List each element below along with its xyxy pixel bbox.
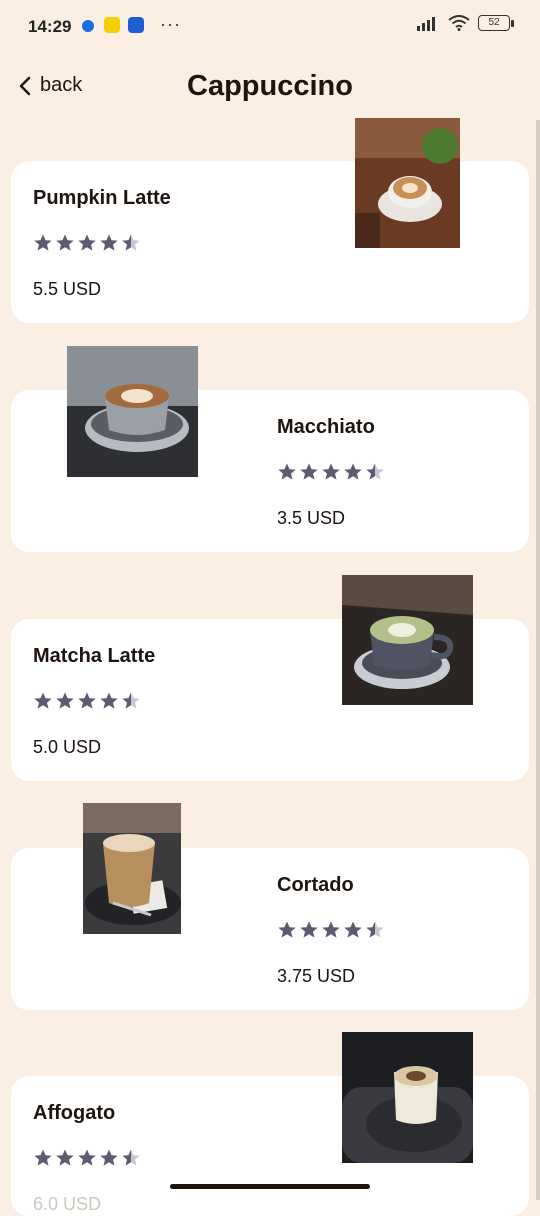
star-full-icon [300,921,318,938]
item-name: Pumpkin Latte [33,187,171,209]
battery-level: 52 [488,17,500,28]
home-indicator[interactable] [170,1184,370,1189]
app-header: back Cappuccino [0,60,540,120]
star-full-icon [322,463,340,480]
star-full-icon [322,921,340,938]
star-rating [277,462,385,482]
star-full-icon [100,692,118,709]
star-full-icon [278,921,296,938]
matcha-latte-photo [342,575,473,705]
star-full-icon [78,692,96,709]
star-rating [33,691,141,711]
item-price: 5.0 USD [33,737,102,757]
wifi-icon [448,15,470,31]
status-time: 14:29 [28,17,72,36]
star-full-icon [100,1149,118,1166]
star-half-icon [366,921,384,938]
battery-icon: 52 [478,15,514,31]
star-half-icon [366,463,384,480]
star-full-icon [100,234,118,251]
item-price: 5.5 USD [33,279,102,299]
star-rating [277,920,385,940]
pumpkin-latte-photo [355,118,460,248]
item-name: Cortado [277,874,354,896]
star-full-icon [78,1149,96,1166]
star-half-icon [122,692,140,709]
star-full-icon [56,234,74,251]
star-full-icon [34,234,52,251]
star-full-icon [344,921,362,938]
item-name: Macchiato [277,416,375,438]
more-notifications-icon: ··· [160,14,181,34]
star-full-icon [344,463,362,480]
star-rating [33,233,141,253]
app-notification-icon-2 [128,17,144,33]
star-full-icon [278,463,296,480]
item-price: 3.5 USD [277,508,346,528]
star-rating [33,1148,141,1168]
star-full-icon [34,692,52,709]
macchiato-photo [67,346,198,477]
star-half-icon [122,1149,140,1166]
app-notification-icon [104,17,120,33]
star-half-icon [122,234,140,251]
item-price: 6.0 USD [33,1194,102,1214]
signal-icon [417,17,435,31]
affogato-photo [342,1032,473,1163]
item-name: Affogato [33,1102,116,1124]
item-name: Matcha Latte [33,645,156,667]
star-full-icon [78,234,96,251]
status-bar: 14:29 ··· 52 [0,0,540,56]
message-icon [82,20,94,32]
scrollbar[interactable] [536,120,540,1200]
star-full-icon [34,1149,52,1166]
item-price: 3.75 USD [277,966,356,986]
star-full-icon [56,1149,74,1166]
cortado-photo [83,803,181,934]
star-full-icon [56,692,74,709]
star-full-icon [300,463,318,480]
page-title: Cappuccino [187,70,353,102]
